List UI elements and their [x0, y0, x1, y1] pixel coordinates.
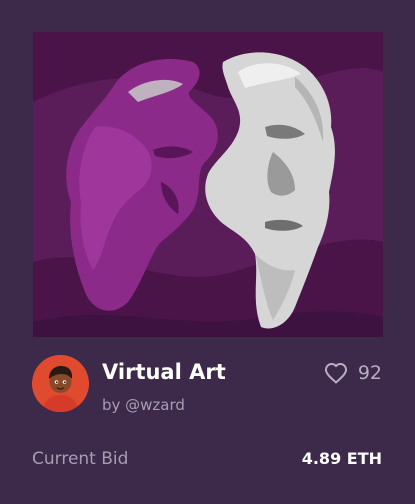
heart-outline-icon [324, 363, 347, 384]
current-bid-label: Current Bid [32, 449, 129, 469]
artwork-illustration [33, 32, 383, 337]
like-count: 92 [357, 362, 382, 384]
like-button[interactable]: 92 [324, 360, 382, 386]
avatar[interactable] [32, 355, 89, 412]
artwork-image[interactable] [33, 32, 383, 337]
current-bid-value: 4.89 ETH [301, 449, 382, 468]
user-avatar-icon [32, 355, 89, 412]
artwork-title[interactable]: Virtual Art [102, 359, 226, 385]
author-handle[interactable]: by @wzard [102, 395, 185, 415]
nft-card[interactable]: Virtual Art by @wzard 92 Current Bid 4.8… [0, 0, 415, 504]
